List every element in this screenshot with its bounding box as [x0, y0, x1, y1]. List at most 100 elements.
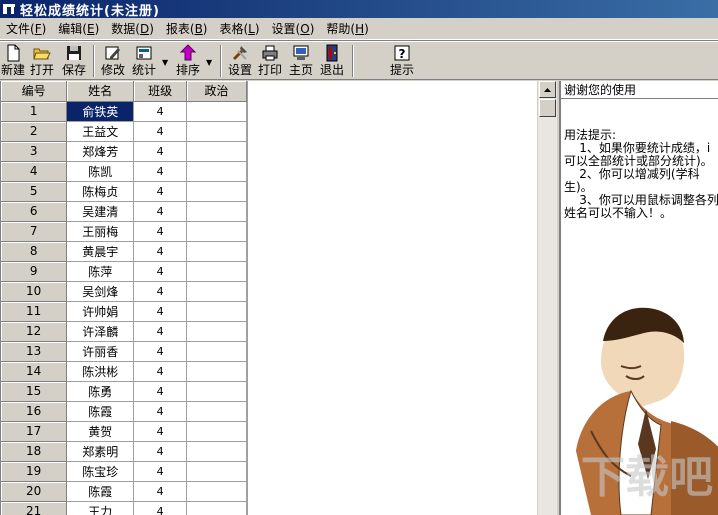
edit-button[interactable]: 修改 — [99, 44, 127, 78]
name-cell[interactable]: 黄贺 — [66, 421, 135, 442]
scroll-up-button[interactable] — [539, 81, 556, 98]
politics-cell[interactable] — [186, 461, 247, 482]
row-number-cell[interactable]: 5 — [1, 181, 68, 202]
class-cell[interactable]: 4 — [133, 221, 188, 242]
politics-cell[interactable] — [186, 121, 247, 142]
row-number-cell[interactable]: 16 — [1, 401, 68, 422]
class-cell[interactable]: 4 — [133, 401, 188, 422]
politics-cell[interactable] — [186, 441, 247, 462]
column-header-id[interactable]: 编号 — [1, 81, 68, 102]
menu-item-1[interactable]: 编辑(E) — [52, 19, 105, 39]
class-cell[interactable]: 4 — [133, 501, 188, 515]
politics-cell[interactable] — [186, 481, 247, 502]
class-cell[interactable]: 4 — [133, 141, 188, 162]
row-number-cell[interactable]: 9 — [1, 261, 68, 282]
row-number-cell[interactable]: 8 — [1, 241, 68, 262]
row-number-cell[interactable]: 1 — [1, 101, 68, 122]
row-number-cell[interactable]: 14 — [1, 361, 68, 382]
class-cell[interactable]: 4 — [133, 481, 188, 502]
class-cell[interactable]: 4 — [133, 201, 188, 222]
scroll-thumb[interactable] — [539, 99, 556, 117]
class-cell[interactable]: 4 — [133, 441, 188, 462]
row-number-cell[interactable]: 6 — [1, 201, 68, 222]
row-number-cell[interactable]: 4 — [1, 161, 68, 182]
name-cell[interactable]: 陈凯 — [66, 161, 135, 182]
stats-dropdown-icon[interactable]: ▼ — [162, 58, 168, 67]
class-cell[interactable]: 4 — [133, 261, 188, 282]
politics-cell[interactable] — [186, 301, 247, 322]
class-cell[interactable]: 4 — [133, 461, 188, 482]
class-cell[interactable]: 4 — [133, 101, 188, 122]
politics-cell[interactable] — [186, 381, 247, 402]
menu-item-4[interactable]: 表格(L) — [213, 19, 265, 39]
menu-item-2[interactable]: 数据(D) — [105, 19, 160, 39]
politics-cell[interactable] — [186, 101, 247, 122]
class-cell[interactable]: 4 — [133, 381, 188, 402]
politics-cell[interactable] — [186, 161, 247, 182]
row-number-cell[interactable]: 20 — [1, 481, 68, 502]
home-button[interactable]: 主页 — [287, 44, 315, 78]
class-cell[interactable]: 4 — [133, 361, 188, 382]
column-header-politics[interactable]: 政治 — [186, 81, 247, 102]
name-cell[interactable]: 陈霞 — [66, 481, 135, 502]
name-cell[interactable]: 俞铁英 — [66, 101, 135, 122]
name-cell[interactable]: 陈霞 — [66, 401, 135, 422]
name-cell[interactable]: 许丽香 — [66, 341, 135, 362]
name-cell[interactable]: 许帅娟 — [66, 301, 135, 322]
class-cell[interactable]: 4 — [133, 161, 188, 182]
class-cell[interactable]: 4 — [133, 121, 188, 142]
politics-cell[interactable] — [186, 321, 247, 342]
politics-cell[interactable] — [186, 261, 247, 282]
class-cell[interactable]: 4 — [133, 281, 188, 302]
column-header-name[interactable]: 姓名 — [66, 81, 135, 102]
row-number-cell[interactable]: 17 — [1, 421, 68, 442]
vertical-scrollbar[interactable] — [537, 81, 557, 515]
new-button[interactable]: 新建 — [0, 44, 26, 78]
name-cell[interactable]: 吴剑烽 — [66, 281, 135, 302]
name-cell[interactable]: 王丽梅 — [66, 221, 135, 242]
menu-item-0[interactable]: 文件(F) — [0, 19, 52, 39]
politics-cell[interactable] — [186, 241, 247, 262]
menu-item-3[interactable]: 报表(B) — [160, 19, 214, 39]
name-cell[interactable]: 陈勇 — [66, 381, 135, 402]
row-number-cell[interactable]: 15 — [1, 381, 68, 402]
class-cell[interactable]: 4 — [133, 181, 188, 202]
class-cell[interactable]: 4 — [133, 421, 188, 442]
open-button[interactable]: 打开 — [28, 44, 56, 78]
row-number-cell[interactable]: 12 — [1, 321, 68, 342]
name-cell[interactable]: 陈宝珍 — [66, 461, 135, 482]
class-cell[interactable]: 4 — [133, 321, 188, 342]
row-number-cell[interactable]: 2 — [1, 121, 68, 142]
name-cell[interactable]: 王益文 — [66, 121, 135, 142]
sort-button[interactable]: 排序 — [174, 44, 202, 78]
row-number-cell[interactable]: 19 — [1, 461, 68, 482]
name-cell[interactable]: 王力 — [66, 501, 135, 515]
politics-cell[interactable] — [186, 421, 247, 442]
name-cell[interactable]: 郑素明 — [66, 441, 135, 462]
settings-button[interactable]: 设置 — [226, 44, 254, 78]
politics-cell[interactable] — [186, 341, 247, 362]
class-cell[interactable]: 4 — [133, 241, 188, 262]
column-header-class[interactable]: 班级 — [133, 81, 188, 102]
name-cell[interactable]: 许泽麟 — [66, 321, 135, 342]
politics-cell[interactable] — [186, 221, 247, 242]
row-number-cell[interactable]: 7 — [1, 221, 68, 242]
grade-grid[interactable]: 编号 姓名 班级 政治 1 俞铁英 4 2 王益文 4 3 郑烽芳 4 4 陈凯 4 5 陈梅贞 4 6 吴建清… — [0, 81, 557, 515]
save-button[interactable]: 保存 — [59, 44, 89, 78]
name-cell[interactable]: 陈梅贞 — [66, 181, 135, 202]
politics-cell[interactable] — [186, 361, 247, 382]
row-number-cell[interactable]: 11 — [1, 301, 68, 322]
sort-dropdown-icon[interactable]: ▼ — [206, 58, 212, 67]
name-cell[interactable]: 郑烽芳 — [66, 141, 135, 162]
row-number-cell[interactable]: 10 — [1, 281, 68, 302]
name-cell[interactable]: 陈洪彬 — [66, 361, 135, 382]
politics-cell[interactable] — [186, 501, 247, 515]
name-cell[interactable]: 黄晨宇 — [66, 241, 135, 262]
class-cell[interactable]: 4 — [133, 341, 188, 362]
row-number-cell[interactable]: 13 — [1, 341, 68, 362]
exit-button[interactable]: 退出 — [318, 44, 346, 78]
tip-button[interactable]: ? 提示 — [388, 44, 416, 78]
politics-cell[interactable] — [186, 281, 247, 302]
stats-button[interactable]: 统计 — [130, 44, 158, 78]
politics-cell[interactable] — [186, 401, 247, 422]
